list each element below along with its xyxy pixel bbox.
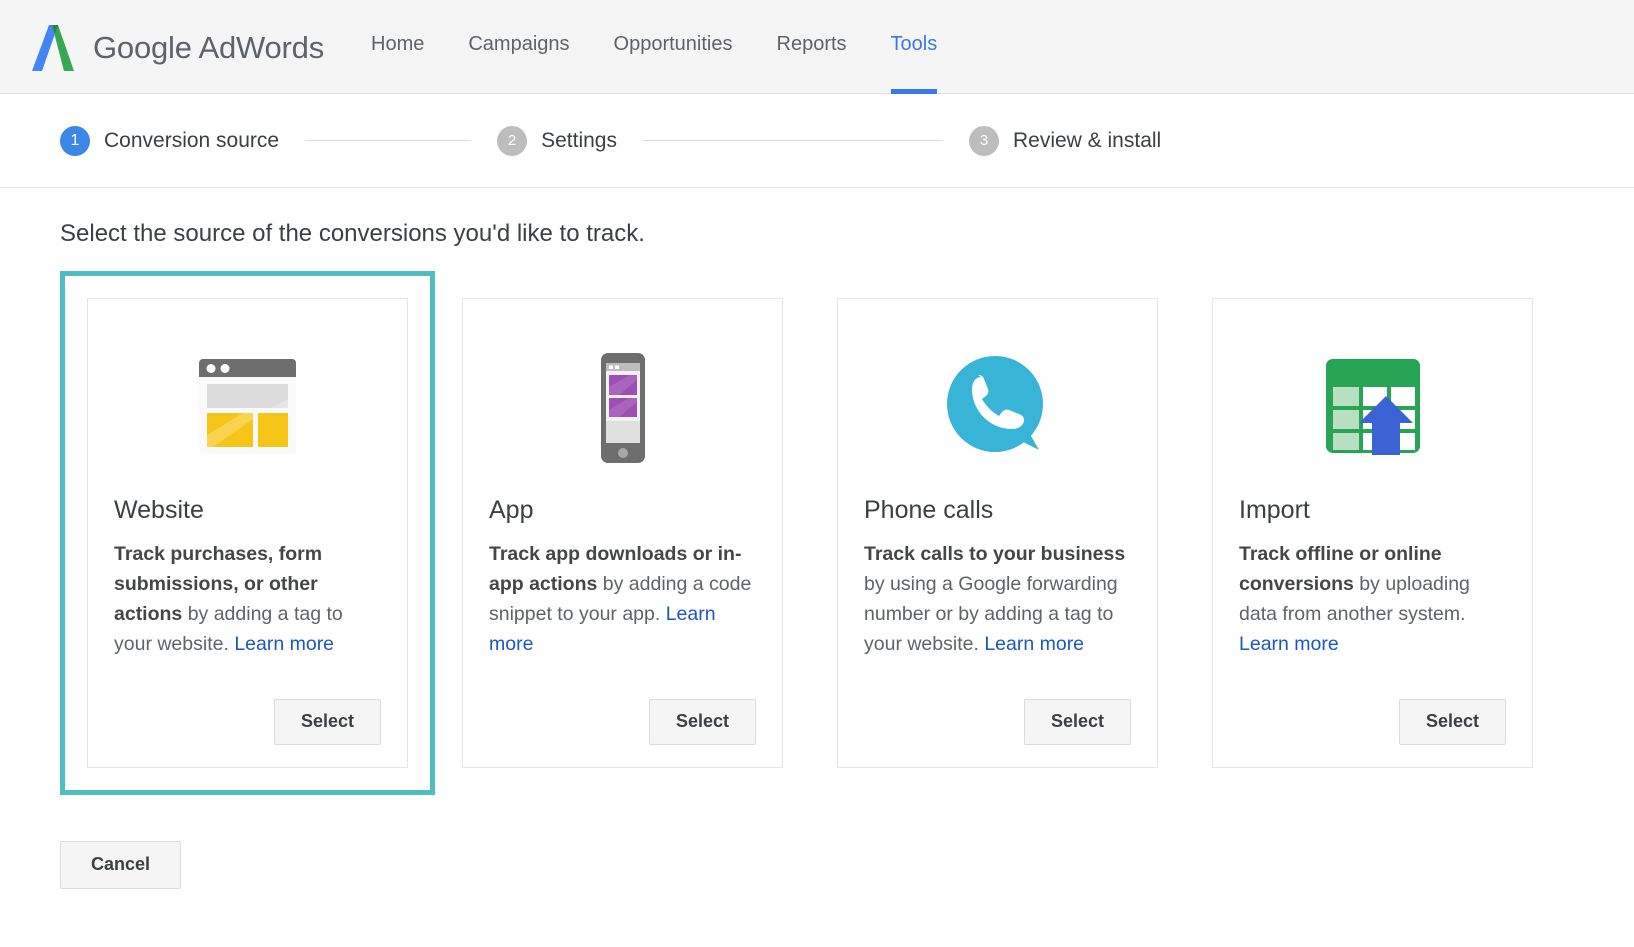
step-number-1: 1	[60, 126, 90, 156]
step-label-3: Review & install	[1013, 129, 1161, 153]
card-app[interactable]: App Track app downloads or in-app action…	[435, 271, 810, 795]
card-description-import: Track offline or online conversions by u…	[1239, 539, 1506, 659]
card-description-app: Track app downloads or in-app actions by…	[489, 539, 756, 659]
nav-item-reports[interactable]: Reports	[777, 33, 847, 94]
card-import[interactable]: Import Track offline or online conversio…	[1185, 271, 1560, 795]
conversion-source-card-grid: Website Track purchases, form submission…	[60, 271, 1574, 795]
step-label-2: Settings	[541, 129, 617, 153]
card-description-website: Track purchases, form submissions, or ot…	[114, 539, 381, 659]
nav-item-opportunities[interactable]: Opportunities	[614, 33, 733, 94]
browser-window-icon	[114, 325, 381, 490]
learn-more-link-phone-calls[interactable]: Learn more	[984, 633, 1084, 655]
select-button-phone-calls[interactable]: Select	[1024, 699, 1131, 745]
mobile-phone-icon	[489, 325, 756, 490]
page-title: Select the source of the conversions you…	[60, 188, 1574, 248]
select-button-website[interactable]: Select	[274, 699, 381, 745]
step-review-install[interactable]: 3 Review & install	[969, 126, 1161, 156]
phone-bubble-icon	[864, 325, 1131, 490]
card-title-phone-calls: Phone calls	[864, 496, 1131, 525]
nav-item-tools[interactable]: Tools	[891, 33, 938, 94]
card-desc-bold-phone-calls: Track calls to your business	[864, 543, 1125, 565]
footer-actions: Cancel	[0, 841, 1634, 889]
brand-title: Google AdWords	[93, 30, 324, 66]
brand-google-text: Google	[93, 30, 192, 65]
top-navigation-bar: Google AdWords Home Campaigns Opportunit…	[0, 0, 1634, 94]
wizard-stepper: 1 Conversion source 2 Settings 3 Review …	[0, 94, 1634, 188]
card-title-app: App	[489, 496, 756, 525]
learn-more-link-import[interactable]: Learn more	[1239, 633, 1339, 655]
stepper-connector-2	[643, 140, 943, 141]
spreadsheet-upload-icon	[1239, 325, 1506, 490]
step-settings[interactable]: 2 Settings	[497, 126, 617, 156]
card-title-import: Import	[1239, 496, 1506, 525]
select-button-import[interactable]: Select	[1399, 699, 1506, 745]
card-title-website: Website	[114, 496, 381, 525]
cancel-button[interactable]: Cancel	[60, 841, 181, 889]
brand-product-text: AdWords	[198, 30, 324, 65]
card-phone-calls[interactable]: Phone calls Track calls to your business…	[810, 271, 1185, 795]
main-nav: Home Campaigns Opportunities Reports Too…	[371, 0, 937, 94]
nav-item-home[interactable]: Home	[371, 33, 424, 94]
stepper-connector-1	[305, 140, 471, 141]
card-website[interactable]: Website Track purchases, form submission…	[60, 271, 435, 795]
main-content: Select the source of the conversions you…	[0, 188, 1634, 795]
select-button-app[interactable]: Select	[649, 699, 756, 745]
card-description-phone-calls: Track calls to your business by using a …	[864, 539, 1131, 659]
step-number-3: 3	[969, 126, 999, 156]
nav-item-campaigns[interactable]: Campaigns	[468, 33, 569, 94]
step-label-1: Conversion source	[104, 129, 279, 153]
step-conversion-source[interactable]: 1 Conversion source	[60, 126, 279, 156]
learn-more-link-website[interactable]: Learn more	[234, 633, 334, 655]
adwords-logo-icon	[27, 23, 79, 73]
brand-logo-area[interactable]: Google AdWords	[27, 0, 324, 94]
step-number-2: 2	[497, 126, 527, 156]
